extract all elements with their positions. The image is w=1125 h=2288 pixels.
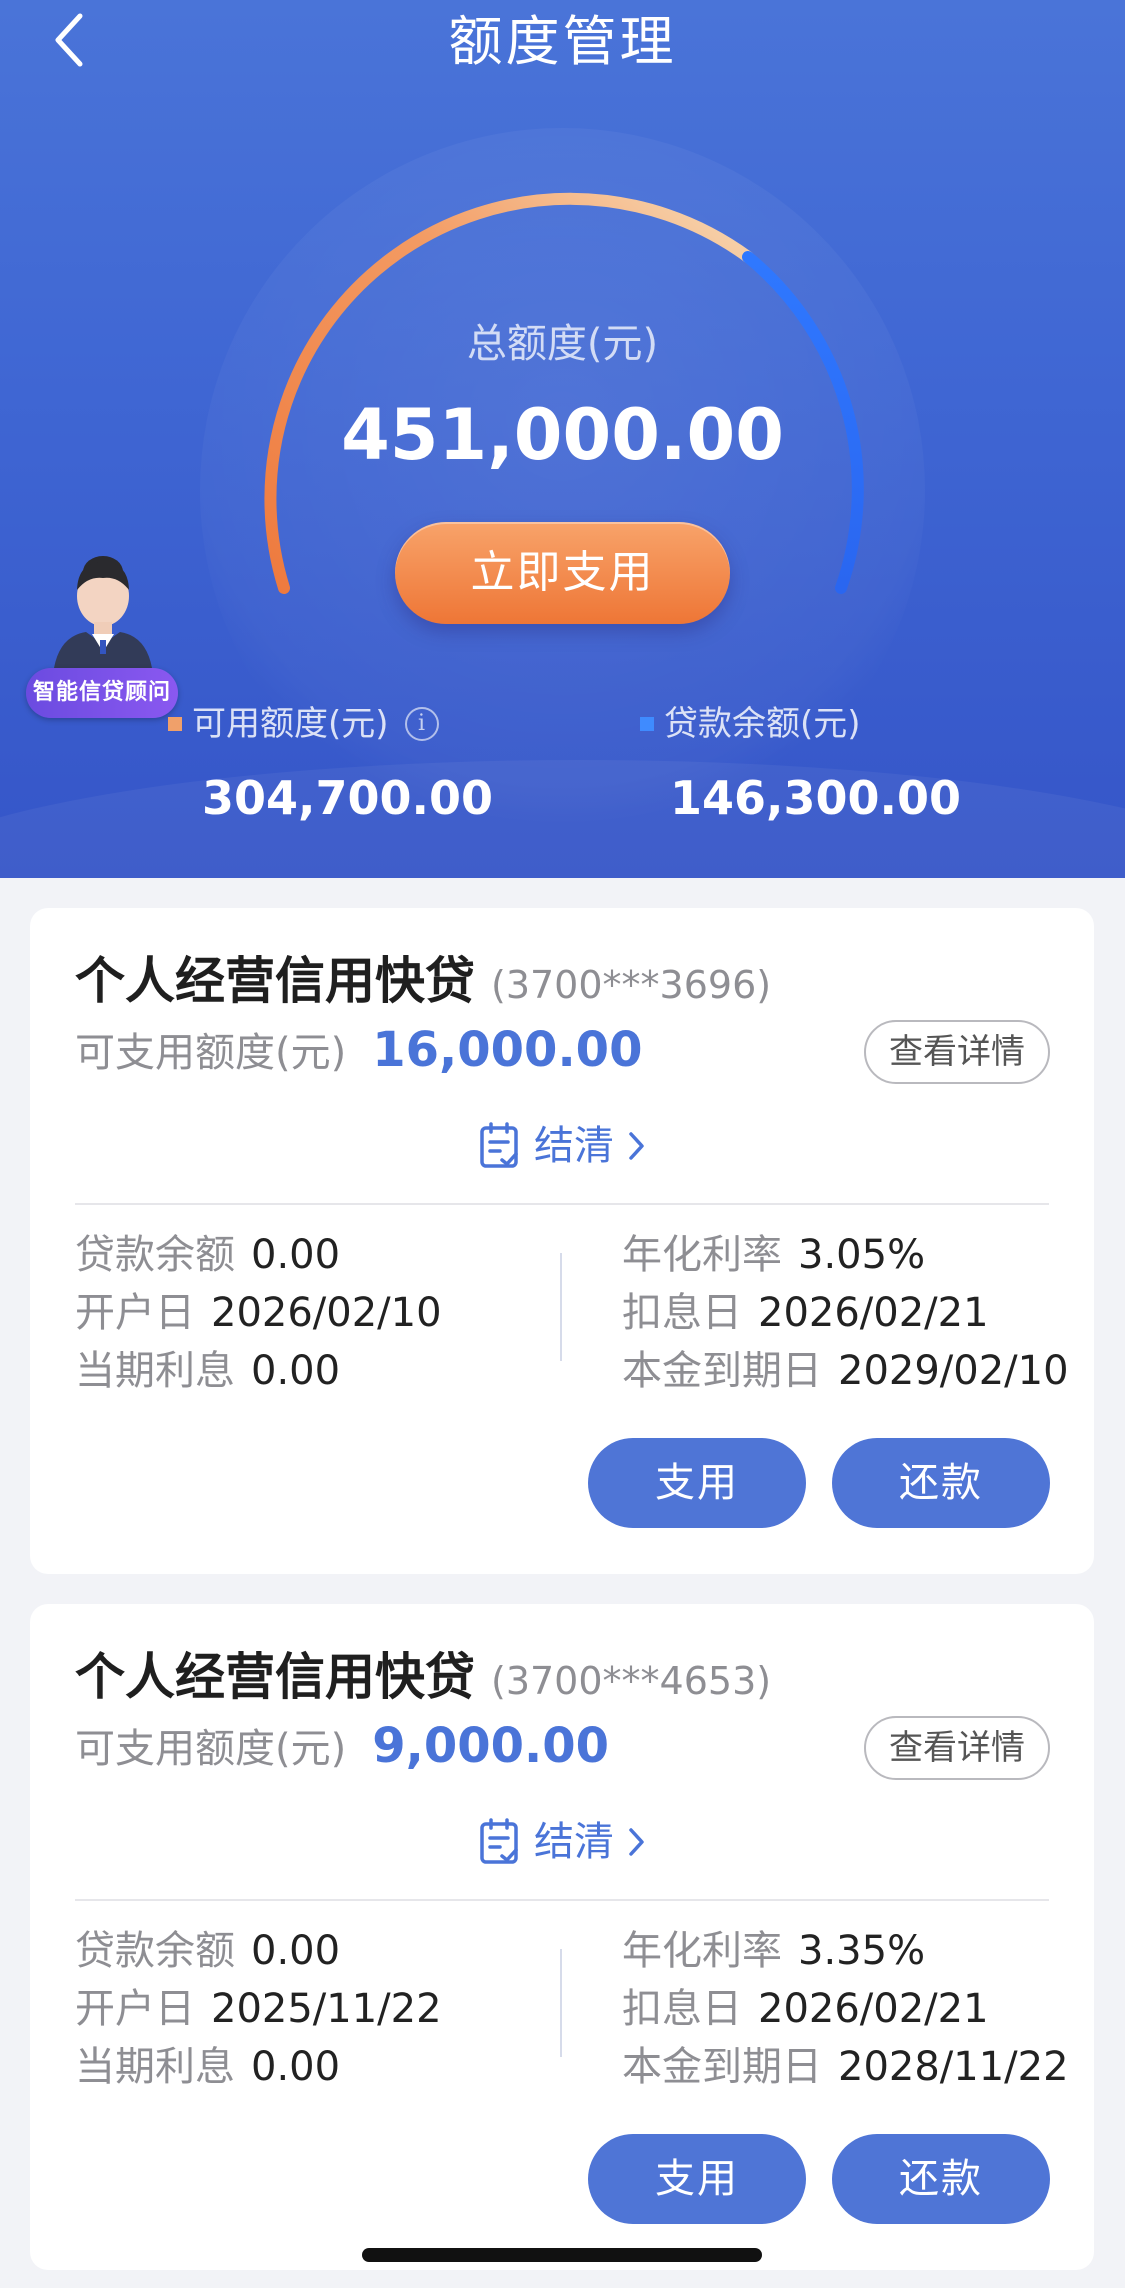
available-quota-label: 可用额度(元)	[192, 704, 389, 744]
total-quota-value: 451,000.00	[341, 394, 784, 476]
available-quota-label: 可支用额度(元)	[75, 1726, 347, 1772]
info-icon[interactable]: i	[404, 707, 439, 741]
settle-document-icon	[480, 1122, 518, 1168]
settle-label: 结清	[534, 1123, 614, 1169]
use-now-button[interactable]: 立即支用	[395, 522, 730, 624]
maturity-date-value: 2028/11/22	[838, 2044, 1069, 2090]
interest-date-key: 扣息日	[622, 1986, 742, 2032]
view-details-button[interactable]: 查看详情	[864, 1716, 1050, 1780]
open-date-value: 2025/11/22	[211, 1986, 442, 2032]
orange-legend-square	[168, 717, 182, 731]
loan-account-number: (3700***3696)	[491, 963, 772, 1007]
quota-header: 额度管理 总额度(元) 451,000.00 立即支用 智能信贷顾问 可用额度(…	[0, 0, 1125, 878]
current-interest-key: 当期利息	[75, 2044, 235, 2090]
view-details-button[interactable]: 查看详情	[864, 1020, 1050, 1084]
loan-balance-key: 贷款余额	[75, 1232, 235, 1278]
loan-balance-label: 贷款余额(元)	[664, 704, 861, 744]
advisor-badge[interactable]: 智能信贷顾问	[26, 668, 178, 718]
available-quota-label: 可支用额度(元)	[75, 1030, 347, 1076]
column-divider	[560, 1253, 562, 1361]
settle-link[interactable]: 结清	[30, 1814, 1094, 1870]
available-quota-value: 16,000.00	[372, 1022, 643, 1078]
loan-product-name: 个人经营信用快贷	[75, 1648, 475, 1706]
annual-rate-key: 年化利率	[622, 1232, 782, 1278]
maturity-date-value: 2029/02/10	[838, 1348, 1069, 1394]
loan-info-left: 贷款余额 0.00 开户日 2026/02/10 当期利息 0.00	[75, 1226, 442, 1400]
loan-balance-stat: 贷款余额(元) 146,300.00	[640, 700, 961, 826]
current-interest-key: 当期利息	[75, 1348, 235, 1394]
interest-date-value: 2026/02/21	[758, 1290, 989, 1336]
loan-product-name: 个人经营信用快贷	[75, 952, 475, 1010]
home-indicator[interactable]	[362, 2248, 762, 2262]
maturity-date-key: 本金到期日	[622, 2044, 822, 2090]
total-quota-label: 总额度(元)	[466, 321, 659, 367]
chevron-right-icon	[629, 1132, 644, 1160]
annual-rate-key: 年化利率	[622, 1928, 782, 1974]
settle-label: 结清	[534, 1819, 614, 1865]
card-divider	[75, 1203, 1049, 1205]
current-interest-value: 0.00	[251, 1348, 341, 1394]
loan-balance-value: 146,300.00	[670, 771, 962, 825]
interest-date-key: 扣息日	[622, 1290, 742, 1336]
page: 额度管理 总额度(元) 451,000.00 立即支用 智能信贷顾问 可用额度(…	[0, 0, 1125, 2288]
repay-button[interactable]: 还款	[832, 1438, 1050, 1528]
loan-info-right: 年化利率 3.05% 扣息日 2026/02/21 本金到期日 2029/02/10	[622, 1226, 1069, 1400]
open-date-key: 开户日	[75, 1290, 195, 1336]
loan-card: 个人经营信用快贷 (3700***3696) 可支用额度(元) 16,000.0…	[30, 908, 1094, 1574]
annual-rate-value: 3.35%	[798, 1928, 926, 1974]
open-date-key: 开户日	[75, 1986, 195, 2032]
available-quota-value: 9,000.00	[372, 1718, 610, 1774]
loan-info-left: 贷款余额 0.00 开户日 2025/11/22 当期利息 0.00	[75, 1922, 442, 2096]
maturity-date-key: 本金到期日	[622, 1348, 822, 1394]
current-interest-value: 0.00	[251, 2044, 341, 2090]
loan-card: 个人经营信用快贷 (3700***4653) 可支用额度(元) 9,000.00…	[30, 1604, 1094, 2270]
blue-legend-square	[640, 717, 654, 731]
available-quota-stat: 可用额度(元) i 304,700.00	[168, 700, 493, 826]
repay-button[interactable]: 还款	[832, 2134, 1050, 2224]
card-divider	[75, 1899, 1049, 1901]
loan-info-right: 年化利率 3.35% 扣息日 2026/02/21 本金到期日 2028/11/22	[622, 1922, 1069, 2096]
annual-rate-value: 3.05%	[798, 1232, 926, 1278]
column-divider	[560, 1949, 562, 2057]
loan-balance-key: 贷款余额	[75, 1928, 235, 1974]
settle-document-icon	[480, 1818, 518, 1864]
chevron-right-icon	[629, 1828, 644, 1856]
loan-balance-value: 0.00	[251, 1928, 341, 1974]
available-quota-value: 304,700.00	[202, 771, 494, 825]
settle-link[interactable]: 结清	[30, 1118, 1094, 1174]
loan-account-number: (3700***4653)	[491, 1659, 772, 1703]
draw-button[interactable]: 支用	[588, 2134, 806, 2224]
draw-button[interactable]: 支用	[588, 1438, 806, 1528]
open-date-value: 2026/02/10	[211, 1290, 442, 1336]
loan-balance-value: 0.00	[251, 1232, 341, 1278]
interest-date-value: 2026/02/21	[758, 1986, 989, 2032]
